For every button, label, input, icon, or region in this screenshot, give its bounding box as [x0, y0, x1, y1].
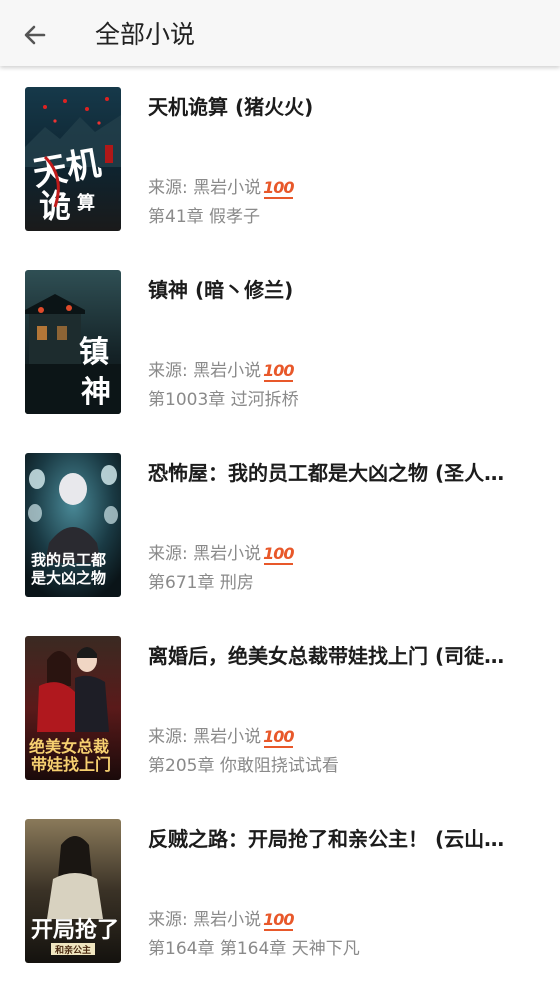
- svg-text:算: 算: [77, 192, 95, 214]
- book-title: 离婚后，绝美女总裁带娃找上门 (司徒…: [148, 644, 505, 668]
- back-arrow-icon: [24, 25, 46, 45]
- book-cover: 镇 神: [25, 270, 121, 414]
- book-cover: 我的员工都 是大凶之物: [25, 453, 121, 597]
- hundred-points-icon: 100: [263, 176, 295, 200]
- svg-text:和亲公主: 和亲公主: [54, 944, 91, 956]
- book-cover: 开局抢了 和亲公主: [25, 819, 121, 963]
- source-label: 来源: 黑岩小说: [148, 178, 262, 198]
- svg-text:神: 神: [81, 375, 111, 410]
- svg-text:绝美女总裁: 绝美女总裁: [29, 737, 109, 756]
- hundred-points-icon: 100: [263, 359, 295, 383]
- book-title: 镇神 (暗丶修兰): [148, 278, 294, 302]
- book-source: 来源: 黑岩小说 100: [148, 359, 295, 383]
- svg-text:开局抢了: 开局抢了: [31, 917, 119, 943]
- book-source: 来源: 黑岩小说 100: [148, 908, 295, 932]
- svg-text:我的员工都: 我的员工都: [31, 551, 106, 569]
- source-label: 来源: 黑岩小说: [148, 910, 262, 930]
- book-source: 来源: 黑岩小说 100: [148, 725, 295, 749]
- source-label: 来源: 黑岩小说: [148, 544, 262, 564]
- book-cover: 天机 诡 算: [25, 87, 121, 231]
- back-button[interactable]: [18, 18, 52, 52]
- book-item[interactable]: 天机 诡 算 天机诡算 (猪火火) 来源: 黑岩小说 100 第41章 假孝子: [0, 66, 560, 249]
- latest-chapter: 第671章 刑房: [148, 573, 254, 593]
- latest-chapter: 第1003章 过河拆桥: [148, 390, 299, 410]
- book-item[interactable]: 开局抢了 和亲公主 反贼之路：开局抢了和亲公主！ (云山… 来源: 黑岩小说 10…: [0, 798, 560, 981]
- source-label: 来源: 黑岩小说: [148, 727, 262, 747]
- top-app-bar: 全部小说: [0, 0, 560, 66]
- book-source: 来源: 黑岩小说 100: [148, 176, 295, 200]
- page-title: 全部小说: [95, 20, 196, 49]
- hundred-points-icon: 100: [263, 908, 295, 932]
- book-item[interactable]: 我的员工都 是大凶之物 恐怖屋：我的员工都是大凶之物 (圣人… 来源: 黑岩小说…: [0, 432, 560, 615]
- latest-chapter: 第205章 你敢阻挠试试看: [148, 756, 339, 776]
- book-title: 反贼之路：开局抢了和亲公主！ (云山…: [148, 827, 505, 851]
- book-source: 来源: 黑岩小说 100: [148, 542, 295, 566]
- svg-text:是大凶之物: 是大凶之物: [30, 569, 106, 587]
- hundred-points-icon: 100: [263, 542, 295, 566]
- book-title: 天机诡算 (猪火火): [148, 95, 314, 119]
- source-label: 来源: 黑岩小说: [148, 361, 262, 381]
- book-title: 恐怖屋：我的员工都是大凶之物 (圣人…: [148, 461, 505, 485]
- svg-text:带娃找上门: 带娃找上门: [31, 755, 111, 774]
- latest-chapter: 第164章 第164章 天神下凡: [148, 939, 360, 959]
- book-item[interactable]: 镇 神 镇神 (暗丶修兰) 来源: 黑岩小说 100 第1003章 过河拆桥: [0, 249, 560, 432]
- svg-text:镇: 镇: [79, 335, 109, 370]
- latest-chapter: 第41章 假孝子: [148, 207, 261, 227]
- hundred-points-icon: 100: [263, 725, 295, 749]
- book-item[interactable]: 绝美女总裁 带娃找上门 离婚后，绝美女总裁带娃找上门 (司徒… 来源: 黑岩小说…: [0, 615, 560, 798]
- book-cover: 绝美女总裁 带娃找上门: [25, 636, 121, 780]
